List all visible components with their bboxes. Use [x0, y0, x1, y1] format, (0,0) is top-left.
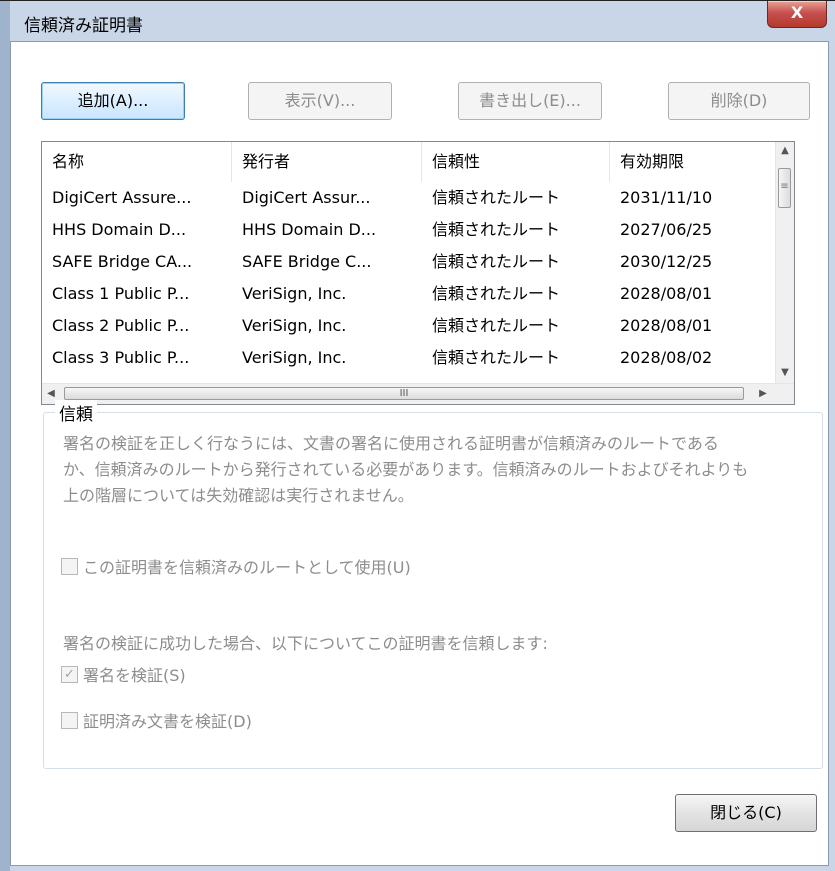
horizontal-scrollbar[interactable]: ◀ III ▶ — [42, 383, 794, 404]
table-row[interactable]: Class 2 Public P... VeriSign, Inc. 信頼されたルー… — [42, 310, 784, 342]
cell-expiration: 2027/06/25 — [620, 220, 713, 239]
add-button[interactable]: 追加(A)... — [41, 82, 185, 120]
scroll-right-icon[interactable]: ▶ — [754, 384, 772, 404]
use-as-root-checkbox-row[interactable]: この証明書を信頼済みのルートとして使用(U) — [61, 556, 411, 580]
trust-description-line: か、信頼済みのルートから発行されている必要があります。信頼済みのルートおよびそれ… — [63, 460, 749, 479]
scroll-down-icon[interactable]: ▼ — [776, 364, 794, 382]
window-title: 信頼済み証明書 — [24, 16, 143, 36]
certificate-list[interactable]: 名称 発行者 信頼性 有効期限 DigiCert Assure... DigiCe… — [41, 141, 795, 405]
cell-name: SAFE Bridge CA... — [52, 252, 193, 271]
cell-issuer: VeriSign, Inc. — [242, 316, 347, 335]
dialog-window: 信頼済み証明書 X 追加(A)... 表示(V)... 書き出し(E)... 削… — [0, 0, 835, 871]
cell-name: DigiCert Assure... — [52, 188, 192, 207]
vertical-scrollbar[interactable]: ▲ ≡ ▼ — [775, 142, 794, 384]
verify-signatures-checkbox[interactable]: ✓ — [61, 666, 78, 683]
trust-group-label: 信頼 — [55, 400, 97, 425]
view-button[interactable]: 表示(V)... — [248, 82, 392, 120]
close-button[interactable]: 閉じる(C) — [675, 794, 817, 832]
cell-expiration: 2030/12/25 — [620, 252, 713, 271]
table-row[interactable]: DigiCert Assure... DigiCert Assur... 信頼された… — [42, 182, 784, 214]
scroll-up-icon[interactable]: ▲ — [776, 142, 794, 160]
cell-issuer: HHS Domain D... — [242, 220, 377, 239]
cell-trust: 信頼されたルート — [432, 188, 561, 207]
cell-name: HHS Domain D... — [52, 220, 187, 239]
cell-trust: 信頼されたルート — [432, 220, 561, 239]
close-window-button[interactable]: X — [767, 1, 827, 28]
trust-description-line: 上の階層については失効確認は実行されません。 — [63, 486, 414, 505]
horizontal-scroll-thumb[interactable]: III — [64, 387, 744, 400]
table-row[interactable]: HHS Domain D... HHS Domain D... 信頼されたルート 20… — [42, 214, 784, 246]
verify-signatures-label: 署名を検証(S) — [83, 666, 186, 685]
verify-signatures-checkbox-row[interactable]: ✓ 署名を検証(S) — [61, 664, 186, 688]
cell-issuer: SAFE Bridge C... — [242, 252, 372, 271]
list-header: 名称 発行者 信頼性 有効期限 — [42, 142, 784, 182]
cell-expiration: 2028/08/01 — [620, 284, 713, 303]
window-left-border — [0, 1, 10, 871]
trust-description: 署名の検証を正しく行なうには、文書の署名に使用される証明書が信頼済みのルートであ… — [63, 431, 803, 509]
trust-description-line: 署名の検証を正しく行なうには、文書の署名に使用される証明書が信頼済みのルートであ… — [63, 434, 719, 453]
trust-intro-text: 署名の検証に成功した場合、以下についてこの証明書を信頼します: — [63, 634, 548, 653]
table-row[interactable]: Class 1 Public P... VeriSign, Inc. 信頼されたルー… — [42, 278, 784, 310]
cell-name: Class 1 Public P... — [52, 284, 190, 303]
column-header-name[interactable]: 名称 — [42, 142, 232, 182]
vertical-scroll-thumb[interactable]: ≡ — [778, 168, 791, 208]
cell-issuer: VeriSign, Inc. — [242, 284, 347, 303]
scrollbar-corner — [776, 384, 794, 404]
column-header-issuer[interactable]: 発行者 — [232, 142, 422, 182]
cell-name: Class 3 Public P... — [52, 348, 190, 367]
column-header-trust[interactable]: 信頼性 — [422, 142, 610, 182]
verify-certified-checkbox-row[interactable]: 証明済み文書を検証(D) — [61, 710, 252, 734]
table-row[interactable]: SAFE Bridge CA... SAFE Bridge C... 信頼されたルー… — [42, 246, 784, 278]
cell-expiration: 2028/08/01 — [620, 316, 713, 335]
column-header-expiration[interactable]: 有効期限 — [610, 142, 784, 182]
dialog-client-area: 追加(A)... 表示(V)... 書き出し(E)... 削除(D) 名称 発行… — [10, 41, 829, 866]
cell-trust: 信頼されたルート — [432, 252, 561, 271]
export-button[interactable]: 書き出し(E)... — [458, 82, 602, 120]
cell-issuer: VeriSign, Inc. — [242, 348, 347, 367]
use-as-root-label: この証明書を信頼済みのルートとして使用(U) — [83, 558, 411, 577]
table-row[interactable]: Class 3 Public P... VeriSign, Inc. 信頼されたルー… — [42, 342, 784, 374]
cell-trust: 信頼されたルート — [432, 348, 561, 367]
use-as-root-checkbox[interactable] — [61, 558, 78, 575]
title-bar[interactable]: 信頼済み証明書 X — [10, 1, 835, 41]
cell-name: Class 2 Public P... — [52, 316, 190, 335]
cell-expiration: 2028/08/02 — [620, 348, 713, 367]
delete-button[interactable]: 削除(D) — [668, 82, 810, 120]
cell-trust: 信頼されたルート — [432, 316, 561, 335]
verify-certified-checkbox[interactable] — [61, 712, 78, 729]
cell-expiration: 2031/11/10 — [620, 188, 713, 207]
checkmark-icon: ✓ — [64, 667, 75, 682]
cell-issuer: DigiCert Assur... — [242, 188, 371, 207]
verify-certified-label: 証明済み文書を検証(D) — [83, 712, 252, 731]
cell-trust: 信頼されたルート — [432, 284, 561, 303]
close-icon: X — [790, 3, 804, 22]
